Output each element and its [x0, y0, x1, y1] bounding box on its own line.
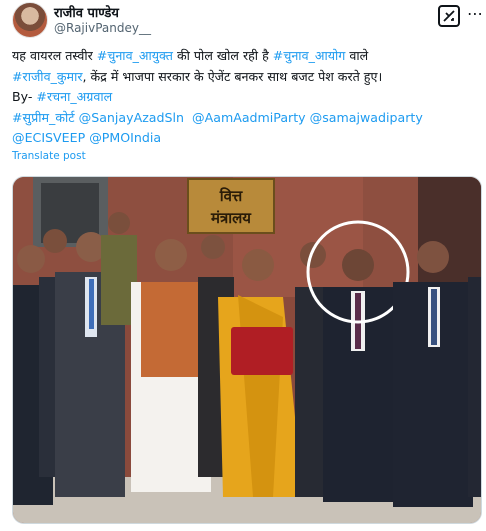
hashtag-link[interactable]: #चुनाव_आयोग: [273, 48, 346, 63]
avatar[interactable]: [12, 2, 48, 38]
post-header: राजीव पाण्डेय @RajivPandey__ ⋯: [12, 2, 483, 40]
hashtag-link[interactable]: #सुप्रीम_कोर्ट: [12, 110, 75, 125]
post-photo[interactable]: वित्त मंत्रालय: [12, 176, 482, 524]
text-segment: की पोल खोल रही है: [172, 48, 273, 63]
sign-line-2: मंत्रालय: [210, 209, 252, 227]
text-segment: यह वायरल तस्वीर: [12, 48, 97, 63]
text-segment: By-: [12, 89, 37, 104]
photo-illustration: वित्त मंत्रालय: [13, 177, 481, 523]
hashtag-link[interactable]: #चुनाव_आयुक्त: [97, 48, 173, 63]
mention-link[interactable]: @PMOIndia: [89, 130, 161, 145]
mention-link[interactable]: @samajwadiparty: [310, 110, 423, 125]
translate-post-link[interactable]: Translate post: [12, 150, 86, 162]
post-text: यह वायरल तस्वीर #चुनाव_आयुक्त की पोल खोल…: [12, 46, 476, 149]
mention-link[interactable]: @ECISVEEP: [12, 130, 85, 145]
sign-board: वित्त मंत्रालय: [187, 178, 275, 234]
author-name[interactable]: राजीव पाण्डेय: [54, 3, 119, 21]
author-handle[interactable]: @RajivPandey__: [54, 21, 151, 35]
text-segment: , केंद्र में भाजपा सरकार के ऐजेंट बनकर स…: [82, 68, 383, 84]
mention-link[interactable]: @AamAadmiParty: [192, 110, 306, 125]
hashtag-link[interactable]: #राजीव_कुमार: [12, 69, 83, 84]
text-segment: वाले: [345, 48, 369, 63]
mention-link[interactable]: @SanjayAzadSln: [79, 110, 184, 125]
sign-line-1: वित्त: [219, 187, 243, 205]
hashtag-link[interactable]: #रचना_अग्रवाल: [36, 89, 112, 104]
grok-icon[interactable]: [438, 5, 460, 27]
more-icon[interactable]: ⋯: [465, 3, 485, 25]
